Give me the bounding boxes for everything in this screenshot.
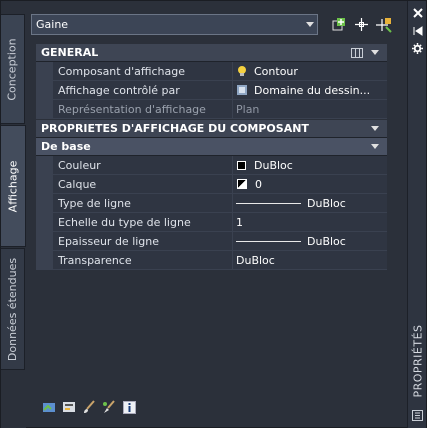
property-row-affichage-controle[interactable]: Affichage contrôlé par Domaine du dessin… [36, 81, 387, 100]
select-objects-icon[interactable] [353, 16, 370, 33]
auto-hide-icon[interactable] [410, 23, 425, 38]
chevron-down-icon [306, 22, 314, 27]
property-row-transparence[interactable]: Transparence DuBloc [36, 251, 387, 270]
tab-affichage[interactable]: Affichage [1, 125, 26, 247]
property-value-text: 1 [236, 215, 243, 229]
property-row-type-ligne[interactable]: Type de ligne DuBloc [36, 194, 387, 213]
property-value-text: DuBloc [307, 196, 346, 210]
property-row-epaisseur[interactable]: Epaisseur de ligne DuBloc [36, 232, 387, 251]
lightbulb-icon [238, 66, 246, 76]
edit-display-props-icon[interactable] [41, 399, 57, 415]
property-name: Transparence [53, 251, 233, 269]
row-margin [36, 194, 53, 212]
category-general-header[interactable]: GENERAL [36, 44, 387, 62]
property-row-echelle[interactable]: Echelle du type de ligne 1 [36, 213, 387, 232]
main-panel: Gaine GENERAL Composant d'affichage Cont… [29, 9, 407, 425]
property-value: Plan [233, 100, 387, 118]
layer-icon [237, 179, 247, 189]
linetype-icon [236, 202, 301, 204]
object-type-value: Gaine [36, 18, 69, 31]
gear-icon[interactable] [410, 41, 425, 56]
property-value[interactable]: 1 [233, 213, 387, 231]
property-row-couleur[interactable]: Couleur DuBloc [36, 156, 387, 175]
quick-select-icon[interactable] [375, 16, 392, 33]
row-margin [36, 156, 53, 174]
row-margin [36, 232, 53, 250]
toggle-pickadd-icon[interactable] [331, 16, 348, 33]
drawing-icon [237, 85, 247, 95]
property-value[interactable]: Domaine du dessin... [233, 81, 387, 99]
property-value-text: DuBloc [254, 158, 293, 172]
property-value-text: DuBloc [307, 234, 346, 248]
lineweight-icon [236, 240, 301, 242]
property-value[interactable]: DuBloc [233, 156, 387, 174]
chevron-down-icon[interactable] [371, 50, 379, 55]
property-name: Représentation d'affichage [53, 100, 233, 118]
property-row-calque[interactable]: Calque 0 [36, 175, 387, 194]
style-props-icon[interactable] [61, 399, 77, 415]
close-icon[interactable] [410, 5, 425, 20]
table-view-icon[interactable] [351, 48, 363, 58]
row-margin [36, 81, 53, 99]
property-value[interactable]: DuBloc [233, 194, 387, 212]
palette-title: PROPRIÉTÉS [411, 324, 424, 398]
tab-conception[interactable]: Conception [1, 14, 25, 124]
color-swatch-icon [237, 160, 246, 170]
category-component-header[interactable]: PROPRIETES D'AFFICHAGE DU COMPOSANT [36, 120, 387, 138]
row-margin [36, 251, 53, 269]
property-name: Couleur [53, 156, 233, 174]
chevron-down-icon[interactable] [371, 144, 379, 149]
property-row-representation: Représentation d'affichage Plan [36, 100, 387, 119]
row-margin [36, 100, 53, 118]
property-value-text: DuBloc [236, 253, 275, 267]
property-grid: GENERAL Composant d'affichage Contour Af… [36, 44, 387, 270]
info-icon[interactable] [121, 399, 137, 415]
bottom-toolbar [41, 399, 137, 417]
tab-donnees-etendues[interactable]: Données étendues [1, 248, 25, 370]
left-tab-strip: Conception Affichage Données étendues [1, 1, 26, 428]
tab-label: Affichage [6, 160, 20, 212]
category-title: GENERAL [41, 46, 99, 59]
property-value-text: 0 [255, 177, 262, 191]
chevron-down-icon[interactable] [371, 126, 379, 131]
property-name: Echelle du type de ligne [53, 213, 233, 231]
property-value-text: Contour [254, 64, 298, 78]
property-value[interactable]: DuBloc [233, 251, 387, 269]
property-value[interactable]: DuBloc [233, 232, 387, 250]
object-selector-row: Gaine [31, 14, 407, 36]
tab-label: Données étendues [6, 257, 19, 361]
property-name: Type de ligne [53, 194, 233, 212]
row-margin [36, 175, 53, 193]
category-title: PROPRIETES D'AFFICHAGE DU COMPOSANT [41, 122, 309, 135]
property-name: Epaisseur de ligne [53, 232, 233, 250]
properties-palette: Conception Affichage Données étendues PR… [0, 0, 427, 428]
brush-icon[interactable] [81, 399, 97, 415]
property-value-text: Domaine du dessin... [254, 83, 371, 97]
property-value-text: Plan [236, 102, 260, 116]
object-type-dropdown[interactable]: Gaine [31, 14, 318, 35]
category-title: De base [41, 140, 91, 153]
tab-label: Conception [6, 37, 20, 101]
property-value[interactable]: Contour [233, 62, 387, 80]
property-row-composant[interactable]: Composant d'affichage Contour [36, 62, 387, 81]
palette-title-strip[interactable]: PROPRIÉTÉS [407, 1, 426, 428]
property-name: Composant d'affichage [53, 62, 233, 80]
property-name: Calque [53, 175, 233, 193]
match-props-icon[interactable] [101, 399, 117, 415]
palette-icon [410, 408, 425, 423]
property-value[interactable]: 0 [233, 175, 387, 193]
row-margin [36, 213, 53, 231]
category-base-header[interactable]: De base [36, 138, 387, 156]
property-name: Affichage contrôlé par [53, 81, 233, 99]
row-margin [36, 62, 53, 80]
